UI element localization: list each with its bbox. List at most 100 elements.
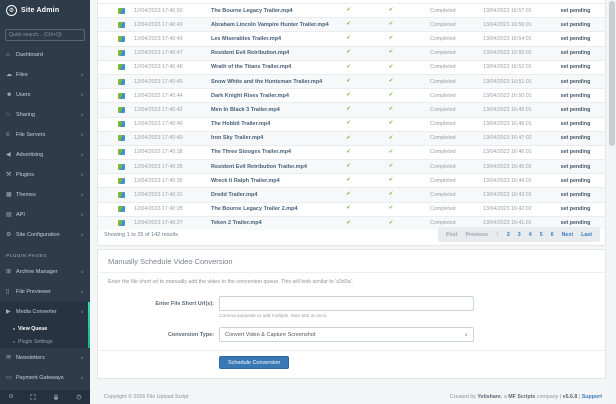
sidebar-item-sharing[interactable]: ∴ Sharing ∨ [0, 105, 90, 125]
status-cell: Completed [416, 149, 471, 155]
set-pending-link[interactable]: set pending [546, 164, 605, 170]
set-pending-link[interactable]: set pending [546, 93, 605, 99]
date-completed-cell: 13/04/2023 16:45:02 [471, 164, 546, 170]
check-icon: ✔ [366, 36, 416, 42]
check-icon: ✔ [366, 8, 416, 14]
database-icon: ▤ [6, 212, 16, 218]
set-pending-link[interactable]: set pending [546, 8, 605, 14]
credits-text: Created by Yetishare, a MF Scripts compa… [450, 394, 602, 400]
sidebar-subitem-view-queue[interactable]: View Queue [0, 322, 90, 335]
vendor-name: Yetishare [477, 394, 501, 400]
sidebar-item-plugins[interactable]: ⚒ Plugins ∨ [0, 165, 90, 185]
set-pending-link[interactable]: set pending [546, 206, 605, 212]
pagination-page-3[interactable]: 3 [518, 232, 521, 238]
set-pending-link[interactable]: set pending [546, 22, 605, 28]
set-pending-link[interactable]: set pending [546, 50, 605, 56]
sidebar-item-label: Files [16, 72, 80, 78]
pagination-first[interactable]: First [446, 232, 457, 238]
power-icon[interactable] [76, 394, 82, 400]
file-link[interactable]: Abraham Lincoln Vampire Hunter Trailer.m… [211, 22, 331, 28]
queue-row: 12/04/2023 17:40:50 The Bourne Legacy Tr… [98, 3, 605, 17]
file-link[interactable]: Resident Evil Retribution Trailer.mp4 [211, 164, 331, 170]
file-link[interactable]: Les Miserables Trailer.mp4 [211, 36, 331, 42]
date-completed-cell: 13/04/2023 16:57:01 [471, 8, 546, 14]
date-completed-cell: 13/04/2023 16:46:01 [471, 149, 546, 155]
set-pending-link[interactable]: set pending [546, 79, 605, 85]
video-file-icon [118, 149, 125, 155]
file-link[interactable]: The Bourne Legacy Trailer.mp4 [211, 8, 331, 14]
pagination-previous[interactable]: Previous [466, 232, 488, 238]
app-logo[interactable]: ⚙ Site Admin [0, 0, 90, 20]
set-pending-link[interactable]: set pending [546, 192, 605, 198]
video-file-icon [118, 164, 125, 170]
queue-row: 12/04/2023 17:40:49 Abraham Lincoln Vamp… [98, 17, 605, 31]
pagination-page-4[interactable]: 4 [529, 232, 532, 238]
chevron-down-icon: ∨ [80, 213, 84, 217]
file-link[interactable]: Dredd Trailer.mp4 [211, 192, 331, 198]
scrollbar-track[interactable] [608, 0, 616, 404]
sidebar-item-users[interactable]: ☻ Users ∨ [0, 85, 90, 105]
file-link[interactable]: The Hobbit Trailer.mp4 [211, 121, 331, 127]
gear-icon: ⚙ [6, 232, 16, 238]
set-pending-link[interactable]: set pending [546, 149, 605, 155]
conversion-type-label: Conversion Type: [98, 332, 214, 338]
gear-icon[interactable]: ⚙ [8, 394, 13, 400]
file-link[interactable]: The Three Stooges Trailer.mp4 [211, 149, 331, 155]
sidebar-item-label: Archive Manager [16, 269, 80, 275]
archive-box-icon: ⊞ [6, 269, 16, 275]
scrollbar-thumb[interactable] [609, 1, 615, 146]
support-link[interactable]: Support [582, 394, 602, 400]
sidebar-item-themes[interactable]: ▦ Themes ∨ [0, 185, 90, 205]
pagination-page-5[interactable]: 5 [540, 232, 543, 238]
conversion-type-select[interactable]: Convert Video & Capture Screenshot ∨ [219, 327, 474, 342]
plugin-pages-section-label: PLUGIN PAGES [0, 245, 90, 262]
credits-suffix: company | [535, 394, 562, 400]
date-completed-cell: 13/04/2023 16:44:01 [471, 178, 546, 184]
sidebar-item-dashboard[interactable]: ⌂ Dashboard [0, 45, 90, 65]
expand-icon[interactable] [30, 394, 36, 400]
sidebar-item-advertising[interactable]: ◀ Advertising ∨ [0, 145, 90, 165]
file-link[interactable]: Teken 2 Trailer.mp4 [211, 220, 331, 226]
sidebar-item-media-converter[interactable]: ▶ Media Converter ∨ [0, 302, 90, 322]
pagination-last[interactable]: Last [581, 232, 592, 238]
sidebar-item-payment-gateways[interactable]: ▭ Payment Gateways ∨ [0, 368, 90, 388]
quick-search-input[interactable] [5, 29, 85, 41]
set-pending-link[interactable]: set pending [546, 135, 605, 141]
file-link[interactable]: Men In Black 3 Trailer.mp4 [211, 107, 331, 113]
pagination-page-2[interactable]: 2 [507, 232, 510, 238]
lock-icon[interactable] [53, 394, 59, 400]
sidebar-item-file-previewer[interactable]: ▯ File Previewer ∨ [0, 282, 90, 302]
set-pending-link[interactable]: set pending [546, 107, 605, 113]
set-pending-link[interactable]: set pending [546, 121, 605, 127]
pagination-next[interactable]: Next [562, 232, 573, 238]
file-link[interactable]: Wrath of the Titans Trailer.mp4 [211, 64, 331, 70]
sidebar-item-site-configuration[interactable]: ⚙ Site Configuration ∨ [0, 225, 90, 245]
cloud-icon: ☁ [6, 72, 16, 78]
pagination-page-1[interactable]: 1 [496, 232, 499, 238]
sidebar-item-files[interactable]: ☁ Files ∨ [0, 65, 90, 85]
file-link[interactable]: Iron Sky Trailer.mp4 [211, 135, 331, 141]
set-pending-link[interactable]: set pending [546, 36, 605, 42]
queue-row: 12/04/2023 17:40:35 Wreck It Ralph Trail… [98, 173, 605, 187]
file-link[interactable]: Wreck It Ralph Trailer.mp4 [211, 178, 331, 184]
sidebar-item-archive-manager[interactable]: ⊞ Archive Manager ∨ [0, 262, 90, 282]
short-url-input[interactable] [219, 296, 474, 311]
date-added-cell: 12/04/2023 17:40:46 [134, 64, 211, 70]
file-link[interactable]: Snow White and the Huntsman Trailer.mp4 [211, 79, 331, 85]
pagination-page-6[interactable]: 6 [551, 232, 554, 238]
sidebar-item-label: Themes [16, 192, 80, 198]
status-cell: Completed [416, 22, 471, 28]
subitem-label: Plugin Settings [18, 339, 53, 345]
file-link[interactable]: The Bourne Legacy Trailer 2.mp4 [211, 206, 331, 212]
sidebar-subitem-plugin-settings[interactable]: Plugin Settings [0, 335, 90, 348]
file-link[interactable]: Dark Knight Rises Trailer.mp4 [211, 93, 331, 99]
file-link[interactable]: Resident Evil Retribution.mp4 [211, 50, 331, 56]
schedule-conversion-button[interactable]: Schedule Conversion [219, 356, 289, 369]
sidebar-item-file-servers[interactable]: ≡ File Servers ∨ [0, 125, 90, 145]
sidebar-item-newsletters[interactable]: ✉ Newsletters ∨ [0, 348, 90, 368]
sidebar-item-api[interactable]: ▤ API ∨ [0, 205, 90, 225]
set-pending-link[interactable]: set pending [546, 220, 605, 226]
set-pending-link[interactable]: set pending [546, 64, 605, 70]
set-pending-link[interactable]: set pending [546, 178, 605, 184]
results-summary: Showing 1 to 25 of 142 results [104, 232, 178, 238]
